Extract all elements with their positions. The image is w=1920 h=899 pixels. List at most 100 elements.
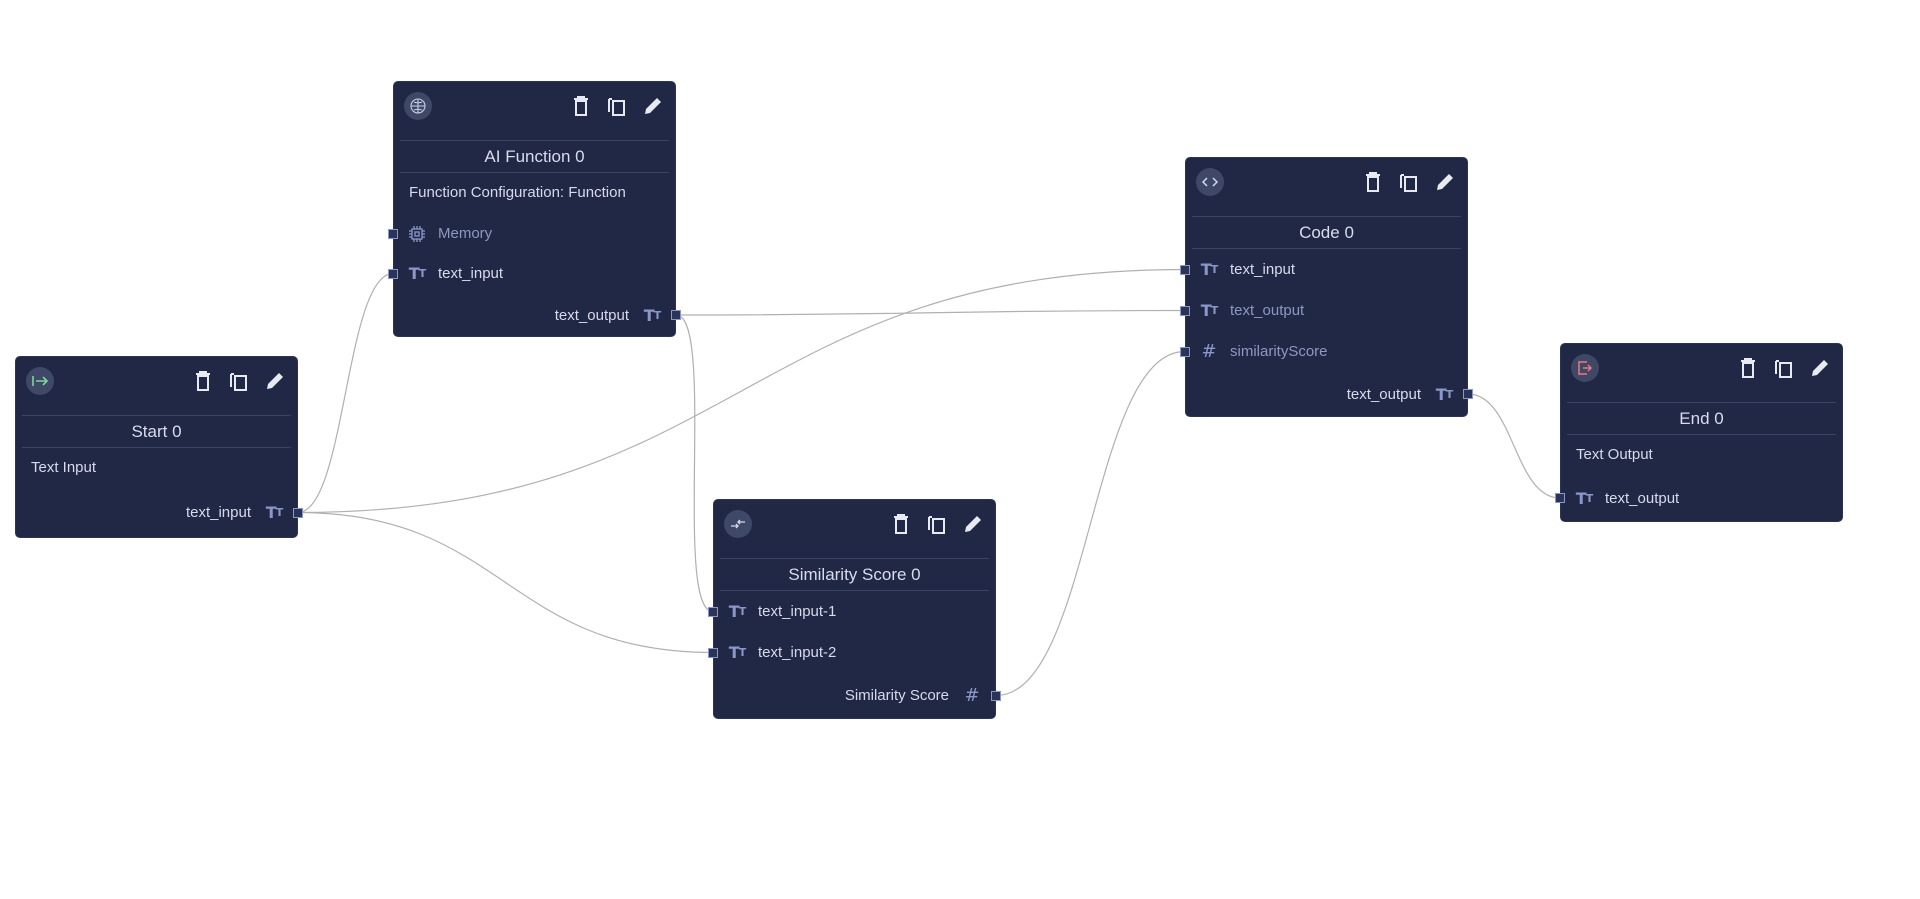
input-port-text-input-1: TT text_input-1 <box>708 591 995 632</box>
delete-button[interactable] <box>569 94 593 118</box>
input-handle[interactable] <box>1555 493 1565 503</box>
output-handle[interactable] <box>293 507 303 518</box>
copy-icon <box>1775 360 1792 378</box>
edge-ai-output-to-code-text-output[interactable] <box>675 309 1186 316</box>
port-label: similarityScore <box>1230 343 1328 360</box>
duplicate-button[interactable] <box>1772 356 1796 380</box>
input-port-text-output: TT text_output <box>1555 475 1842 521</box>
node-description: Function Configuration: Function <box>409 184 626 201</box>
output-handle[interactable] <box>991 690 1001 701</box>
node-header <box>714 500 995 558</box>
text-type-icon: TT <box>1575 488 1593 508</box>
output-port-text-output: text_output TT <box>1186 372 1473 416</box>
text-type-icon: TT <box>643 305 661 325</box>
edit-button[interactable] <box>641 94 665 118</box>
input-port-similarity-score: # similarityScore <box>1180 331 1467 372</box>
delete-button[interactable] <box>191 369 215 393</box>
chip-icon <box>406 225 428 242</box>
port-label: text_input-2 <box>758 644 837 661</box>
delete-button[interactable] <box>1736 356 1760 380</box>
node-header <box>1561 344 1842 402</box>
pencil-icon <box>1437 174 1453 190</box>
trash-icon <box>1741 358 1755 378</box>
input-handle[interactable] <box>388 268 398 279</box>
output-handle[interactable] <box>671 310 681 320</box>
port-label: text_output <box>554 306 629 324</box>
node-ai-function[interactable]: AI Function 0 Function Configuration: Fu… <box>388 82 681 336</box>
trash-icon <box>894 514 908 534</box>
edit-button[interactable] <box>961 512 985 536</box>
text-type-icon: TT <box>408 264 426 283</box>
code-icon <box>1196 168 1224 196</box>
edge-start-to-ai-text-input[interactable] <box>297 272 394 514</box>
pencil-icon <box>645 98 661 114</box>
text-type-icon: TT <box>265 503 283 522</box>
delete-button[interactable] <box>1361 170 1385 194</box>
input-handle[interactable] <box>1180 264 1190 275</box>
text-type-icon: TT <box>728 602 746 621</box>
node-description: Text Output <box>1576 446 1653 463</box>
trash-icon <box>1366 172 1380 192</box>
port-label: text_input-1 <box>758 603 837 620</box>
text-type-icon: TT <box>728 643 746 662</box>
node-end[interactable]: End 0 Text Output TT text_output <box>1555 344 1842 521</box>
port-label: text_input <box>1230 261 1296 278</box>
node-header <box>394 82 675 140</box>
copy-icon <box>230 373 247 391</box>
node-header <box>16 357 297 415</box>
duplicate-button[interactable] <box>925 512 949 536</box>
port-label: text_output <box>1605 489 1680 507</box>
hash-icon: # <box>1201 341 1217 362</box>
copy-icon <box>608 98 625 116</box>
node-title: AI Function 0 <box>400 140 669 173</box>
hash-icon: # <box>964 685 980 706</box>
node-start[interactable]: Start 0 Text Input text_input TT <box>16 357 303 537</box>
duplicate-button[interactable] <box>227 369 251 393</box>
brain-icon <box>404 92 432 120</box>
input-handle[interactable] <box>708 647 718 658</box>
node-similarity-score[interactable]: Similarity Score 0 TT text_input-1 TT te… <box>708 500 1001 718</box>
node-title: Start 0 <box>22 415 291 448</box>
pencil-icon <box>1812 360 1828 376</box>
input-handle[interactable] <box>708 606 718 617</box>
text-type-icon: TT <box>1200 260 1218 279</box>
port-label: Similarity Score <box>844 687 949 704</box>
input-handle[interactable] <box>1180 305 1190 316</box>
port-label: text_input <box>185 504 251 521</box>
port-label: text_output <box>1346 385 1421 403</box>
exit-icon <box>1571 354 1599 382</box>
port-label: text_output <box>1230 302 1305 319</box>
input-port-text-input: TT text_input <box>1180 249 1467 290</box>
port-label: Memory <box>438 225 493 242</box>
node-title: Similarity Score 0 <box>720 558 989 591</box>
node-description: Text Input <box>31 459 97 476</box>
output-port-text-output: text_output TT <box>394 294 681 336</box>
edit-button[interactable] <box>1808 356 1832 380</box>
input-handle[interactable] <box>388 228 398 239</box>
output-handle[interactable] <box>1463 389 1473 399</box>
compare-arrows-icon <box>724 510 752 538</box>
port-label: text_input <box>438 265 504 282</box>
node-code[interactable]: Code 0 TT text_input TT text_output # si… <box>1180 158 1473 416</box>
edge-ai-output-to-similarity-input-1[interactable] <box>675 314 714 613</box>
output-port-similarity-score: Similarity Score # <box>714 673 1001 718</box>
pencil-icon <box>965 516 981 532</box>
input-port-text-input-2: TT text_input-2 <box>708 632 995 673</box>
delete-button[interactable] <box>889 512 913 536</box>
input-port-text-input: TT text_input <box>388 253 675 294</box>
trash-icon <box>196 371 210 391</box>
input-handle[interactable] <box>1180 346 1190 357</box>
edge-code-to-end[interactable] <box>1467 393 1561 499</box>
edit-button[interactable] <box>263 369 287 393</box>
duplicate-button[interactable] <box>605 94 629 118</box>
node-header <box>1186 158 1467 216</box>
edge-similarity-to-code-score[interactable] <box>995 350 1186 697</box>
node-title: End 0 <box>1567 402 1836 435</box>
edge-start-to-similarity-input-2[interactable] <box>297 511 714 654</box>
text-type-icon: TT <box>1200 301 1218 320</box>
duplicate-button[interactable] <box>1397 170 1421 194</box>
copy-icon <box>1400 174 1417 192</box>
copy-icon <box>928 516 945 534</box>
edit-button[interactable] <box>1433 170 1457 194</box>
pencil-icon <box>267 373 283 389</box>
